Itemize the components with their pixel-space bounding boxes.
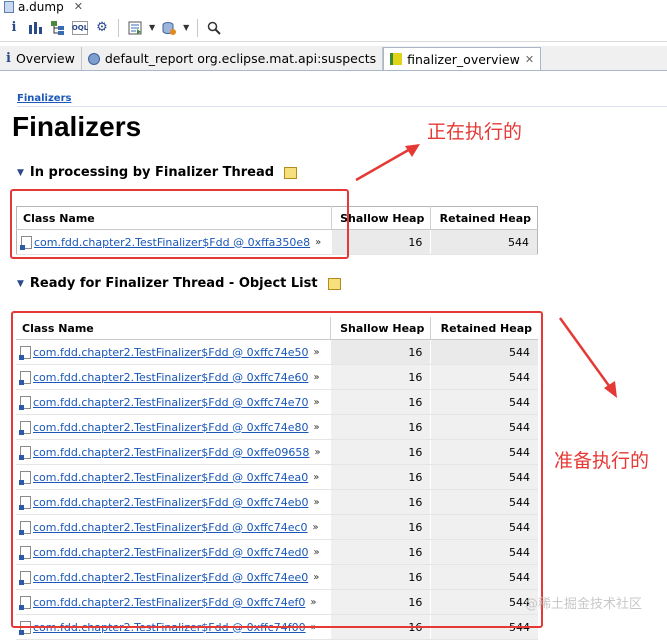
chevron-down-icon[interactable]: ▼ (149, 23, 155, 32)
info-icon[interactable]: i (6, 20, 22, 36)
chevron-down-icon[interactable]: ▼ (183, 23, 189, 32)
report-icon (87, 52, 100, 65)
close-icon[interactable]: ✕ (525, 53, 534, 66)
highlight-box-ready (11, 311, 543, 628)
toolbar: i OQL ⚙ ▼ ▼ (0, 14, 667, 42)
tab-finalizer-overview[interactable]: finalizer_overview ✕ (383, 47, 542, 70)
column-retained-heap[interactable]: Retained Heap (430, 206, 538, 230)
action-icon[interactable] (327, 277, 341, 290)
tab-overview[interactable]: i Overview (0, 47, 82, 70)
toolbar-separator (118, 18, 119, 37)
watermark: @稀土掘金技术社区 (525, 597, 643, 612)
tab-label: Overview (15, 51, 75, 66)
collapse-icon[interactable]: ▼ (17, 279, 24, 289)
search-icon[interactable] (206, 20, 222, 36)
page-title: Finalizers (12, 111, 142, 142)
section-title: In processing by Finalizer Thread (29, 165, 275, 180)
settings-icon[interactable]: ⚙ (94, 20, 110, 36)
highlight-box-processing (10, 189, 349, 259)
section-title: Ready for Finalizer Thread - Object List (29, 276, 318, 291)
heap-dump-icon (4, 0, 14, 13)
query-icon[interactable] (161, 20, 177, 36)
editor-tab-label: a.dump (18, 0, 64, 14)
action-icon[interactable] (284, 166, 298, 179)
section-ready-for-finalizer[interactable]: ▼ Ready for Finalizer Thread - Object Li… (17, 276, 341, 291)
editor-tab-a-dump[interactable]: a.dump ✕ (0, 0, 83, 14)
annotation-executing: 正在执行的 (427, 121, 523, 143)
annotation-ready: 准备执行的 (554, 450, 650, 472)
breadcrumb[interactable]: Finalizers (17, 93, 667, 107)
histogram-icon[interactable] (28, 20, 44, 36)
toolbar-separator (197, 18, 199, 37)
result-tab-bar: i Overview default_report org.eclipse.ma… (0, 46, 667, 71)
report-icon[interactable] (127, 20, 143, 36)
tab-default-report[interactable]: default_report org.eclipse.mat.api:suspe… (82, 47, 384, 70)
close-icon[interactable]: ✕ (74, 0, 83, 13)
tab-label: finalizer_overview (407, 51, 520, 67)
collapse-icon[interactable]: ▼ (17, 168, 24, 178)
dominator-tree-icon[interactable] (50, 20, 66, 36)
retained-heap-cell: 544 (430, 229, 538, 255)
flag-icon (390, 53, 403, 65)
info-icon: i (6, 51, 11, 66)
section-in-processing[interactable]: ▼ In processing by Finalizer Thread (17, 165, 298, 180)
tab-label: default_report org.eclipse.mat.api:suspe… (104, 51, 377, 66)
oql-icon[interactable]: OQL (72, 20, 88, 35)
